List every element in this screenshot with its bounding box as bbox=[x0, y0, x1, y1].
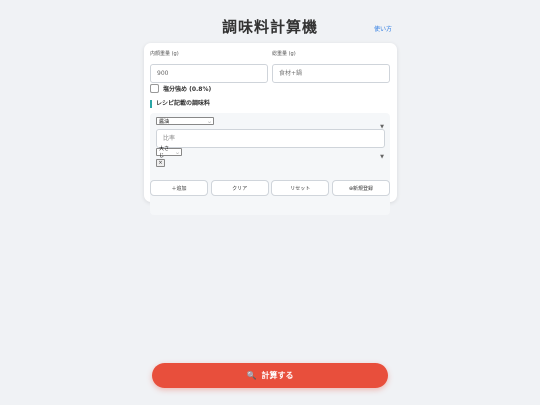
salt-option-row: 塩分強め (0.8%) bbox=[150, 84, 211, 93]
reset-button[interactable]: リセット bbox=[271, 180, 330, 196]
unit-select[interactable]: 大さじ ⌵ bbox=[156, 146, 182, 159]
salt-option-label: 塩分強め (0.8%) bbox=[163, 86, 212, 93]
clear-button[interactable]: クリア bbox=[210, 180, 269, 196]
recipe-section-title: レシピ記載の調味料 bbox=[150, 100, 210, 108]
header: 調味料計算機 使い方 bbox=[0, 14, 540, 38]
new-register-button[interactable]: ⊕新規登録 bbox=[331, 180, 390, 196]
content-weight-label: 内顔重量 (g) bbox=[150, 51, 179, 57]
total-weight-input[interactable] bbox=[272, 64, 390, 83]
chevron-down-icon: ⌵ bbox=[175, 149, 179, 155]
search-icon: 🔍 bbox=[246, 371, 257, 380]
caret-down-icon: ▼ bbox=[380, 154, 384, 160]
calculate-button[interactable]: 🔍 計算する bbox=[152, 363, 388, 388]
chevron-down-icon: ⌵ bbox=[207, 118, 211, 124]
seasoning-select[interactable]: 醤油 ⌵ bbox=[156, 117, 214, 125]
salt-checkbox[interactable] bbox=[150, 84, 159, 93]
seasoning-row: 醤油 ⌵ ▼ 比率 大さじ ⌵ ▼ × bbox=[150, 113, 390, 215]
seasoning-select-value: 醤油 bbox=[159, 118, 170, 125]
total-weight-field-group: 総重量 (g) bbox=[272, 50, 390, 83]
add-button[interactable]: ＋追加 bbox=[150, 180, 208, 196]
action-buttons: ＋追加 クリア リセット ⊕新規登録 bbox=[150, 180, 390, 196]
calculator-card: 内顔重量 (g) 総重量 (g) 塩分強め (0.8%) レシピ記載の調味料 醤… bbox=[144, 43, 397, 215]
remove-seasoning-button[interactable]: × bbox=[156, 159, 165, 167]
content-weight-input[interactable] bbox=[150, 64, 268, 83]
unit-select-value: 大さじ bbox=[159, 146, 170, 159]
help-link[interactable]: 使い方 bbox=[374, 24, 392, 33]
content-weight-field-group: 内顔重量 (g) bbox=[150, 50, 268, 83]
page-title: 調味料計算機 bbox=[221, 18, 318, 36]
ratio-input[interactable]: 比率 bbox=[156, 129, 385, 148]
calculate-button-label: 計算する bbox=[261, 371, 294, 380]
total-weight-label: 総重量 (g) bbox=[272, 51, 296, 57]
